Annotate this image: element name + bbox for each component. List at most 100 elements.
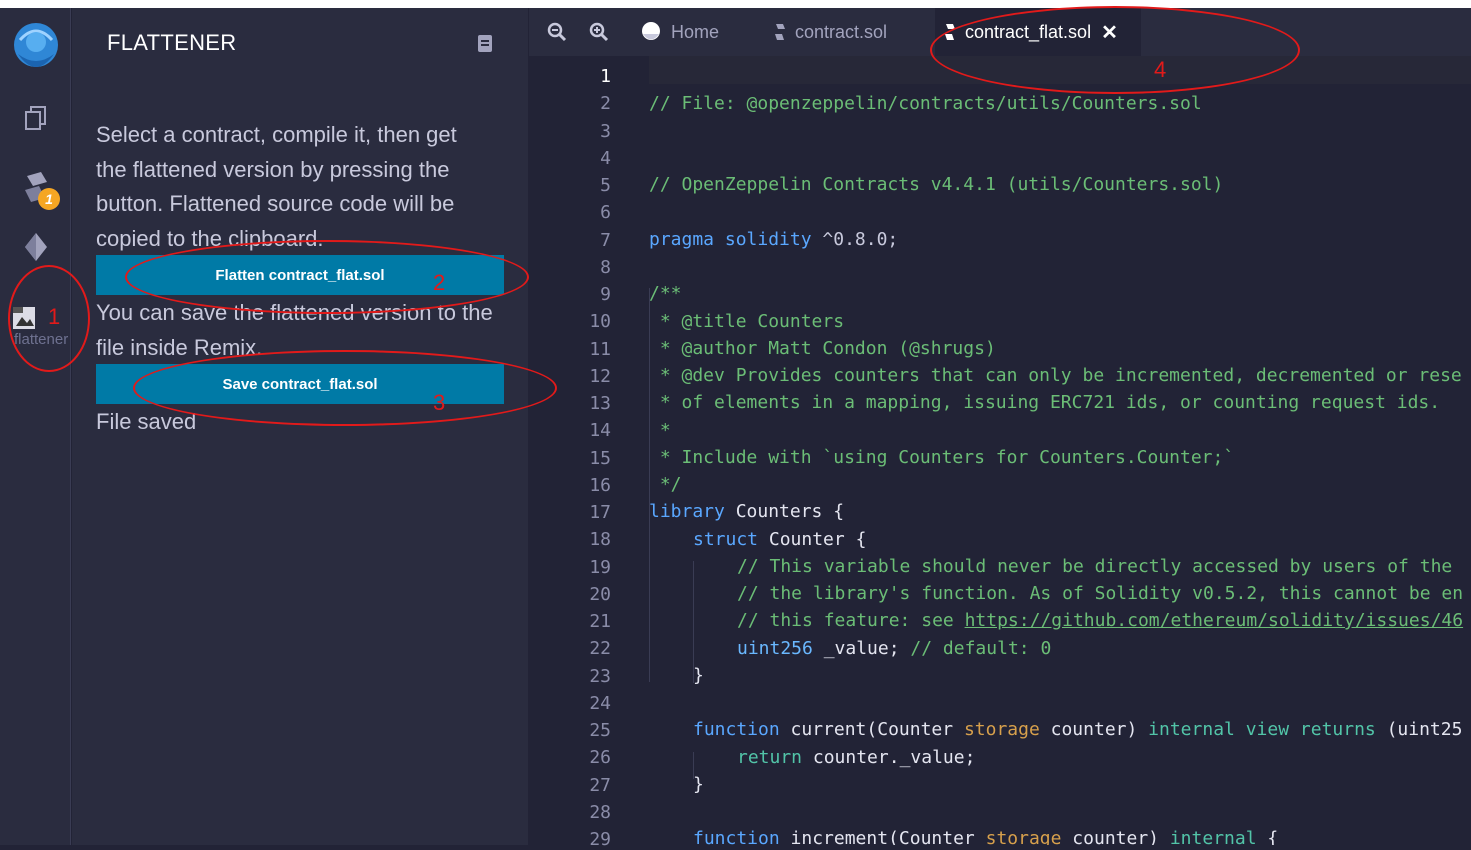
- code-token: uint256: [737, 638, 813, 659]
- annotation-number-4: 4: [1154, 57, 1167, 82]
- code-line-9: /**: [649, 283, 682, 304]
- tab-contract-sol[interactable]: contract.sol: [773, 8, 887, 56]
- panel-description: Select a contract, compile it, then get …: [96, 122, 457, 251]
- line-number: 10: [589, 311, 611, 333]
- line-number: 15: [589, 447, 611, 469]
- flattener-panel: FLATTENER Select a contract, compile it,…: [72, 8, 528, 845]
- code-token: _value;: [812, 638, 911, 659]
- line-number: 14: [589, 420, 611, 442]
- code-token: Counter {: [758, 529, 867, 550]
- book-icon[interactable]: [478, 35, 492, 52]
- editor-area: Home contract.sol contract_flat.sol ✕ 1 2…: [529, 8, 1471, 850]
- line-number: 26: [589, 747, 611, 769]
- code-token: library: [649, 501, 725, 522]
- line-number: 23: [589, 665, 611, 687]
- icon-bar: 1 flattener: [0, 8, 71, 845]
- line-number: 4: [600, 147, 611, 169]
- code-line-25: function current(Counter storage counter…: [693, 719, 1462, 740]
- code-line-23: }: [693, 665, 704, 686]
- tab-bar: Home contract.sol contract_flat.sol ✕: [529, 8, 1471, 56]
- code-token: storage: [963, 719, 1040, 740]
- tab-label: contract_flat.sol: [965, 21, 1092, 42]
- top-strip: [0, 0, 1471, 8]
- code-token: struct: [693, 529, 759, 550]
- code-line-11: * @author Matt Condon (@shrugs): [649, 338, 996, 359]
- line-number-gutter: 1 2 3 4 5 6 7 8 9 10 11 12 13 14 15 16 17 18 19 20 21 22 23 24 2…: [529, 56, 649, 850]
- code-line-18: struct Counter {: [693, 529, 866, 550]
- solidity-file-icon: [773, 23, 787, 41]
- code-token: counter._value;: [802, 747, 976, 768]
- code-line-5: // OpenZeppelin Contracts v4.4.1 (utils/…: [649, 174, 1224, 195]
- zoom-in-icon[interactable]: [589, 22, 609, 42]
- code-line-26: return counter._value;: [737, 747, 975, 768]
- panel-title: FLATTENER: [107, 30, 237, 55]
- line-number: 8: [600, 256, 611, 278]
- line-number: 19: [589, 556, 611, 578]
- code-link[interactable]: https://github.com/ethereum/solidity/iss…: [965, 610, 1464, 631]
- code-token: counter): [1039, 719, 1149, 740]
- code-token: return: [737, 747, 803, 768]
- code-token: internal: [1169, 828, 1257, 845]
- zoom-out-icon[interactable]: [547, 22, 567, 42]
- flattener-icon[interactable]: [0, 304, 71, 332]
- compile-badge: 1: [38, 188, 60, 210]
- tab-contract-flat-sol[interactable]: contract_flat.sol ✕: [935, 8, 1141, 56]
- solidity-file-icon: [943, 23, 957, 41]
- code-line-2: // File: @openzeppelin/contracts/utils/C…: [649, 93, 1202, 114]
- code-line-14: *: [649, 420, 671, 441]
- line-number: 28: [589, 801, 611, 823]
- tab-label: contract.sol: [795, 21, 888, 42]
- line-number: 1: [600, 66, 611, 87]
- line-number: 24: [589, 692, 611, 714]
- code-token: ^0.8.0;: [811, 229, 899, 250]
- code-token: function: [693, 719, 780, 740]
- code-token: increment(Counter: [779, 828, 986, 845]
- annotation-number-1: 1: [48, 304, 61, 329]
- line-number: 27: [589, 774, 611, 796]
- code-token: {: [1256, 828, 1279, 845]
- code-line-21: // this feature: see https://github.com/…: [737, 610, 1463, 631]
- code-line-7: pragma solidity ^0.8.0;: [649, 229, 898, 250]
- code-line-22: uint256 _value; // default: 0: [737, 638, 1051, 659]
- flattener-plugin-label[interactable]: flattener: [14, 331, 71, 348]
- code-line-29: function increment(Counter storage count…: [693, 828, 1278, 845]
- code-token: // this feature: see: [737, 610, 965, 631]
- code-line-16: */: [649, 474, 682, 495]
- code-token: pragma solidity: [649, 229, 812, 250]
- code-token: internal view returns: [1148, 719, 1376, 740]
- code-token: (uint25: [1375, 719, 1463, 740]
- status-text: File saved: [96, 409, 197, 434]
- code-token: storage: [985, 828, 1062, 845]
- code-line-27: }: [693, 774, 704, 795]
- code-token: // default: 0: [910, 638, 1052, 659]
- annotation-number-3: 3: [433, 390, 446, 415]
- file-explorer-icon[interactable]: [0, 103, 71, 133]
- code-line-15: * Include with `using Counters for Count…: [649, 447, 1235, 468]
- save-description: You can save the flattened version to th…: [96, 300, 493, 360]
- deploy-icon[interactable]: [0, 230, 71, 264]
- code-line-12: * @dev Provides counters that can only b…: [649, 365, 1462, 386]
- line-number: 21: [589, 611, 611, 632]
- code-token: Counters {: [724, 501, 845, 522]
- line-number: 18: [589, 529, 611, 551]
- line-number: 2: [600, 93, 611, 115]
- line-number: 5: [600, 175, 611, 196]
- close-icon[interactable]: ✕: [1101, 20, 1118, 45]
- line-number: 9: [600, 284, 611, 305]
- tab-home[interactable]: Home: [639, 8, 719, 56]
- code-line-13: * of elements in a mapping, issuing ERC7…: [649, 392, 1441, 413]
- code-line-10: * @title Counters: [649, 311, 845, 332]
- line-number: 22: [589, 638, 611, 660]
- line-number: 16: [589, 474, 611, 496]
- line-number: 6: [600, 202, 611, 224]
- code-line-20: // the library's function. As of Solidit…: [737, 583, 1464, 604]
- code-editor[interactable]: // File: @openzeppelin/contracts/utils/C…: [649, 56, 1471, 845]
- line-number: 3: [600, 120, 611, 142]
- line-number: 13: [589, 393, 611, 414]
- code-token: function: [693, 828, 780, 845]
- code-token: counter): [1061, 828, 1170, 845]
- solidity-compiler-icon[interactable]: [0, 168, 71, 208]
- remix-logo-icon[interactable]: [0, 18, 71, 78]
- line-number: 17: [589, 502, 611, 523]
- line-number: 20: [589, 583, 611, 605]
